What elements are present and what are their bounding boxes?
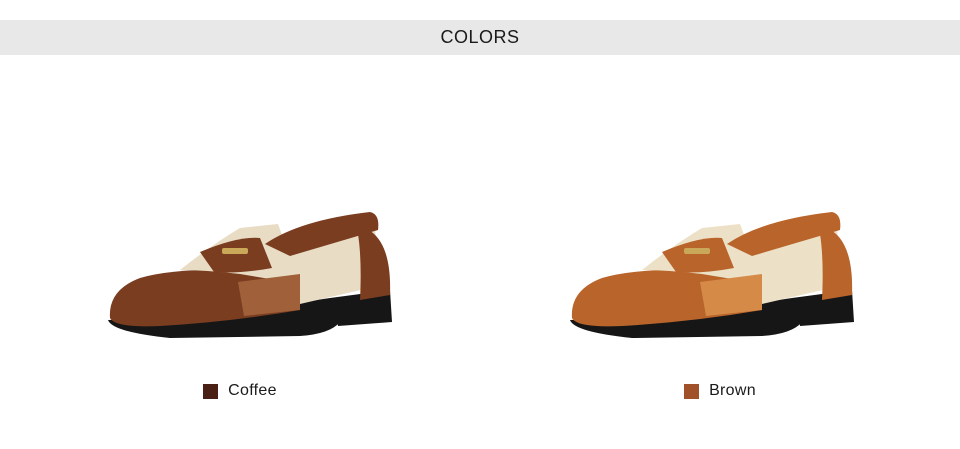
shoe-emblem (222, 248, 248, 254)
swatch-row-coffee[interactable]: Coffee (0, 382, 480, 400)
swatch-label-coffee: Coffee (228, 382, 277, 399)
color-swatch-coffee (203, 383, 219, 399)
colors-header-bar: COLORS (0, 20, 960, 55)
swatch-label-brown: Brown (709, 382, 756, 399)
shoe-heel-counter (358, 228, 391, 300)
loafer-shoe-icon (108, 212, 392, 338)
page-title: COLORS (440, 27, 520, 47)
shoe-emblem (684, 248, 710, 254)
color-swatch-brown (684, 383, 700, 399)
shoe-penny-strap (662, 237, 734, 273)
swatch-row-brown[interactable]: Brown (480, 382, 960, 400)
variant-brown[interactable]: Brown (480, 150, 960, 410)
variant-coffee[interactable]: Coffee (0, 150, 480, 410)
loafer-shoe-icon (570, 212, 854, 338)
shoe-heel-counter (820, 228, 853, 300)
shoe-penny-strap (200, 237, 272, 273)
